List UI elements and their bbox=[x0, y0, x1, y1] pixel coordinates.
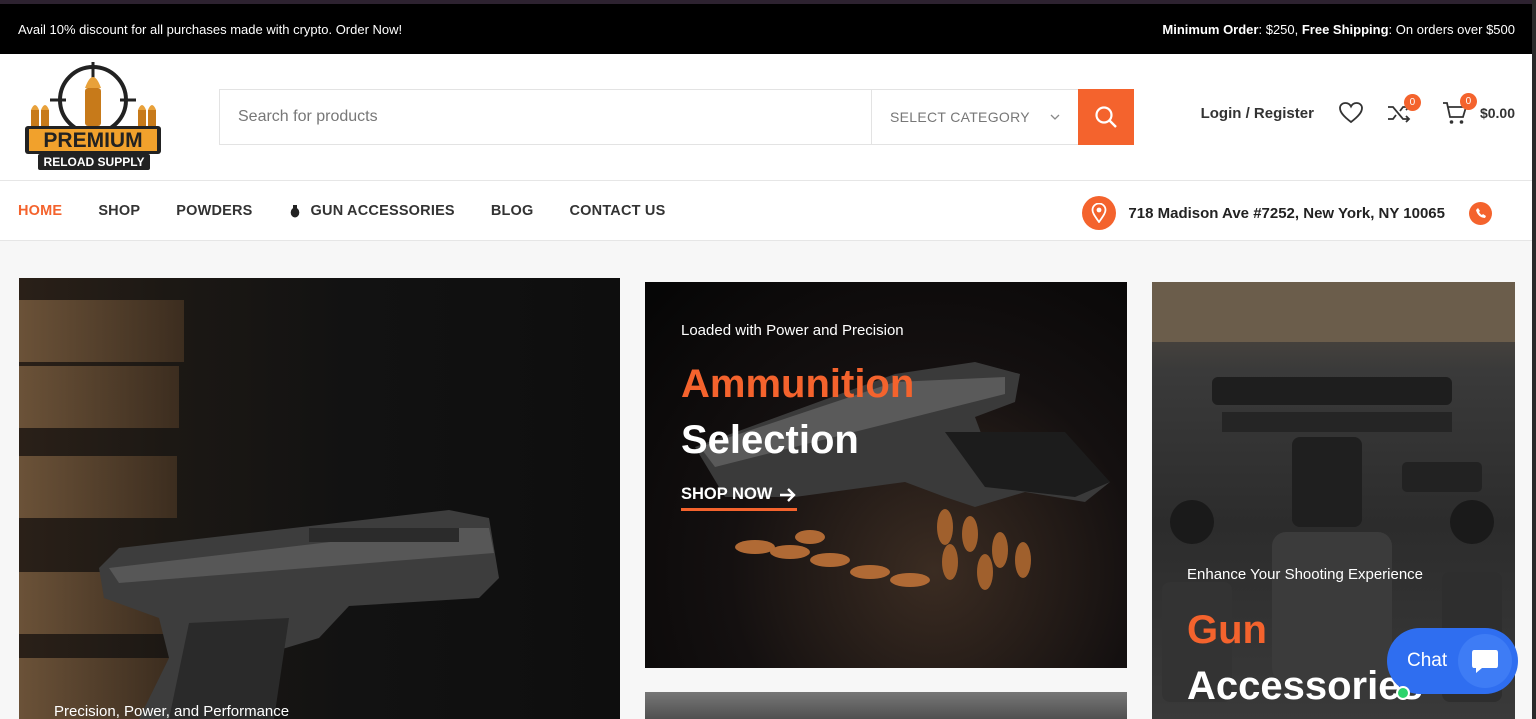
search-icon bbox=[1095, 106, 1117, 128]
cart-total[interactable]: $0.00 bbox=[1480, 105, 1515, 121]
banner-performance[interactable]: Precision, Power, and Performance bbox=[19, 278, 620, 719]
store-contact: 718 Madison Ave #7252, New York, NY 1006… bbox=[1082, 196, 1492, 230]
chat-widget-button[interactable]: Chat bbox=[1387, 628, 1518, 700]
chat-label: Chat bbox=[1407, 650, 1448, 671]
min-order-label: Minimum Order bbox=[1162, 21, 1259, 37]
banner-ammunition-title-2: Selection bbox=[681, 418, 859, 462]
shop-now-label: SHOP NOW bbox=[681, 485, 773, 503]
category-select[interactable]: SELECT CATEGORY bbox=[871, 90, 1078, 144]
header-actions: Login / Register 0 0 $0.00 bbox=[1201, 93, 1515, 125]
compare-count-badge: 0 bbox=[1403, 94, 1421, 111]
min-order-value: : $250, bbox=[1258, 21, 1302, 37]
search-button[interactable] bbox=[1078, 89, 1134, 145]
main-navigation: HOME SHOP POWDERS GUN ACCESSORIES BLOG C… bbox=[0, 181, 1532, 241]
banner-ammunition[interactable]: Loaded with Power and Precision Ammuniti… bbox=[645, 282, 1127, 668]
banner-gun-accessories-title-2: Accessories bbox=[1187, 664, 1423, 708]
login-register-link[interactable]: Login / Register bbox=[1201, 105, 1314, 122]
cart-button[interactable]: 0 bbox=[1442, 93, 1477, 125]
nav-item-powders[interactable]: POWDERS bbox=[176, 203, 252, 219]
banner-performance-subtitle: Precision, Power, and Performance bbox=[54, 703, 290, 719]
store-address[interactable]: 718 Madison Ave #7252, New York, NY 1006… bbox=[1128, 205, 1445, 222]
nav-item-gun-accessories[interactable]: GUN ACCESSORIES bbox=[289, 203, 455, 219]
chevron-down-icon bbox=[1050, 114, 1060, 120]
svg-text:RELOAD SUPPLY: RELOAD SUPPLY bbox=[44, 155, 145, 169]
banner-secondary[interactable] bbox=[645, 692, 1127, 719]
arrow-right-icon bbox=[780, 487, 797, 502]
location-pin-icon bbox=[1082, 196, 1117, 230]
promo-text[interactable]: Avail 10% discount for all purchases mad… bbox=[18, 22, 402, 37]
pistol-with-bullets-image bbox=[695, 362, 1110, 590]
free-shipping-value: : On orders over $500 bbox=[1388, 21, 1515, 37]
top-announcement-bar: Avail 10% discount for all purchases mad… bbox=[0, 4, 1532, 54]
shipping-info: Minimum Order: $250, Free Shipping: On o… bbox=[1162, 22, 1515, 37]
nav-item-shop[interactable]: SHOP bbox=[98, 203, 140, 219]
pistol-image bbox=[99, 510, 499, 719]
site-logo[interactable]: PREMIUM RELOAD SUPPLY bbox=[20, 62, 170, 174]
phone-icon[interactable] bbox=[1469, 201, 1492, 225]
shop-now-link[interactable]: SHOP NOW bbox=[681, 485, 798, 511]
banner-gun-accessories-subtitle: Enhance Your Shooting Experience bbox=[1187, 566, 1424, 583]
svg-text:PREMIUM: PREMIUM bbox=[43, 129, 142, 152]
banner-ammunition-subtitle: Loaded with Power and Precision bbox=[681, 322, 904, 339]
banner-gun-accessories-title: Gun bbox=[1187, 608, 1267, 652]
chat-bubble-icon bbox=[1458, 634, 1512, 688]
page: Avail 10% discount for all purchases mad… bbox=[0, 0, 1532, 719]
site-header: PREMIUM RELOAD SUPPLY SELECT CATEGORY Lo… bbox=[0, 54, 1532, 181]
banner-ammunition-title: Ammunition bbox=[681, 362, 915, 406]
logo-crosshair-icon: PREMIUM RELOAD SUPPLY bbox=[25, 62, 161, 170]
heart-icon bbox=[1339, 102, 1363, 124]
cart-count-badge: 0 bbox=[1459, 93, 1477, 110]
grenade-icon bbox=[290, 204, 299, 217]
online-status-dot bbox=[1396, 686, 1410, 700]
search-input[interactable] bbox=[220, 90, 871, 144]
nav-item-gun-accessories-label: GUN ACCESSORIES bbox=[310, 202, 455, 219]
product-search-form: SELECT CATEGORY bbox=[219, 89, 1134, 145]
nav-item-blog[interactable]: BLOG bbox=[491, 203, 534, 219]
free-shipping-label: Free Shipping bbox=[1301, 21, 1389, 37]
wishlist-button[interactable] bbox=[1338, 101, 1364, 125]
category-select-label: SELECT CATEGORY bbox=[890, 109, 1030, 125]
nav-item-contact-us[interactable]: CONTACT US bbox=[570, 203, 666, 219]
compare-button[interactable]: 0 bbox=[1386, 94, 1421, 124]
nav-item-home[interactable]: HOME bbox=[18, 203, 62, 219]
